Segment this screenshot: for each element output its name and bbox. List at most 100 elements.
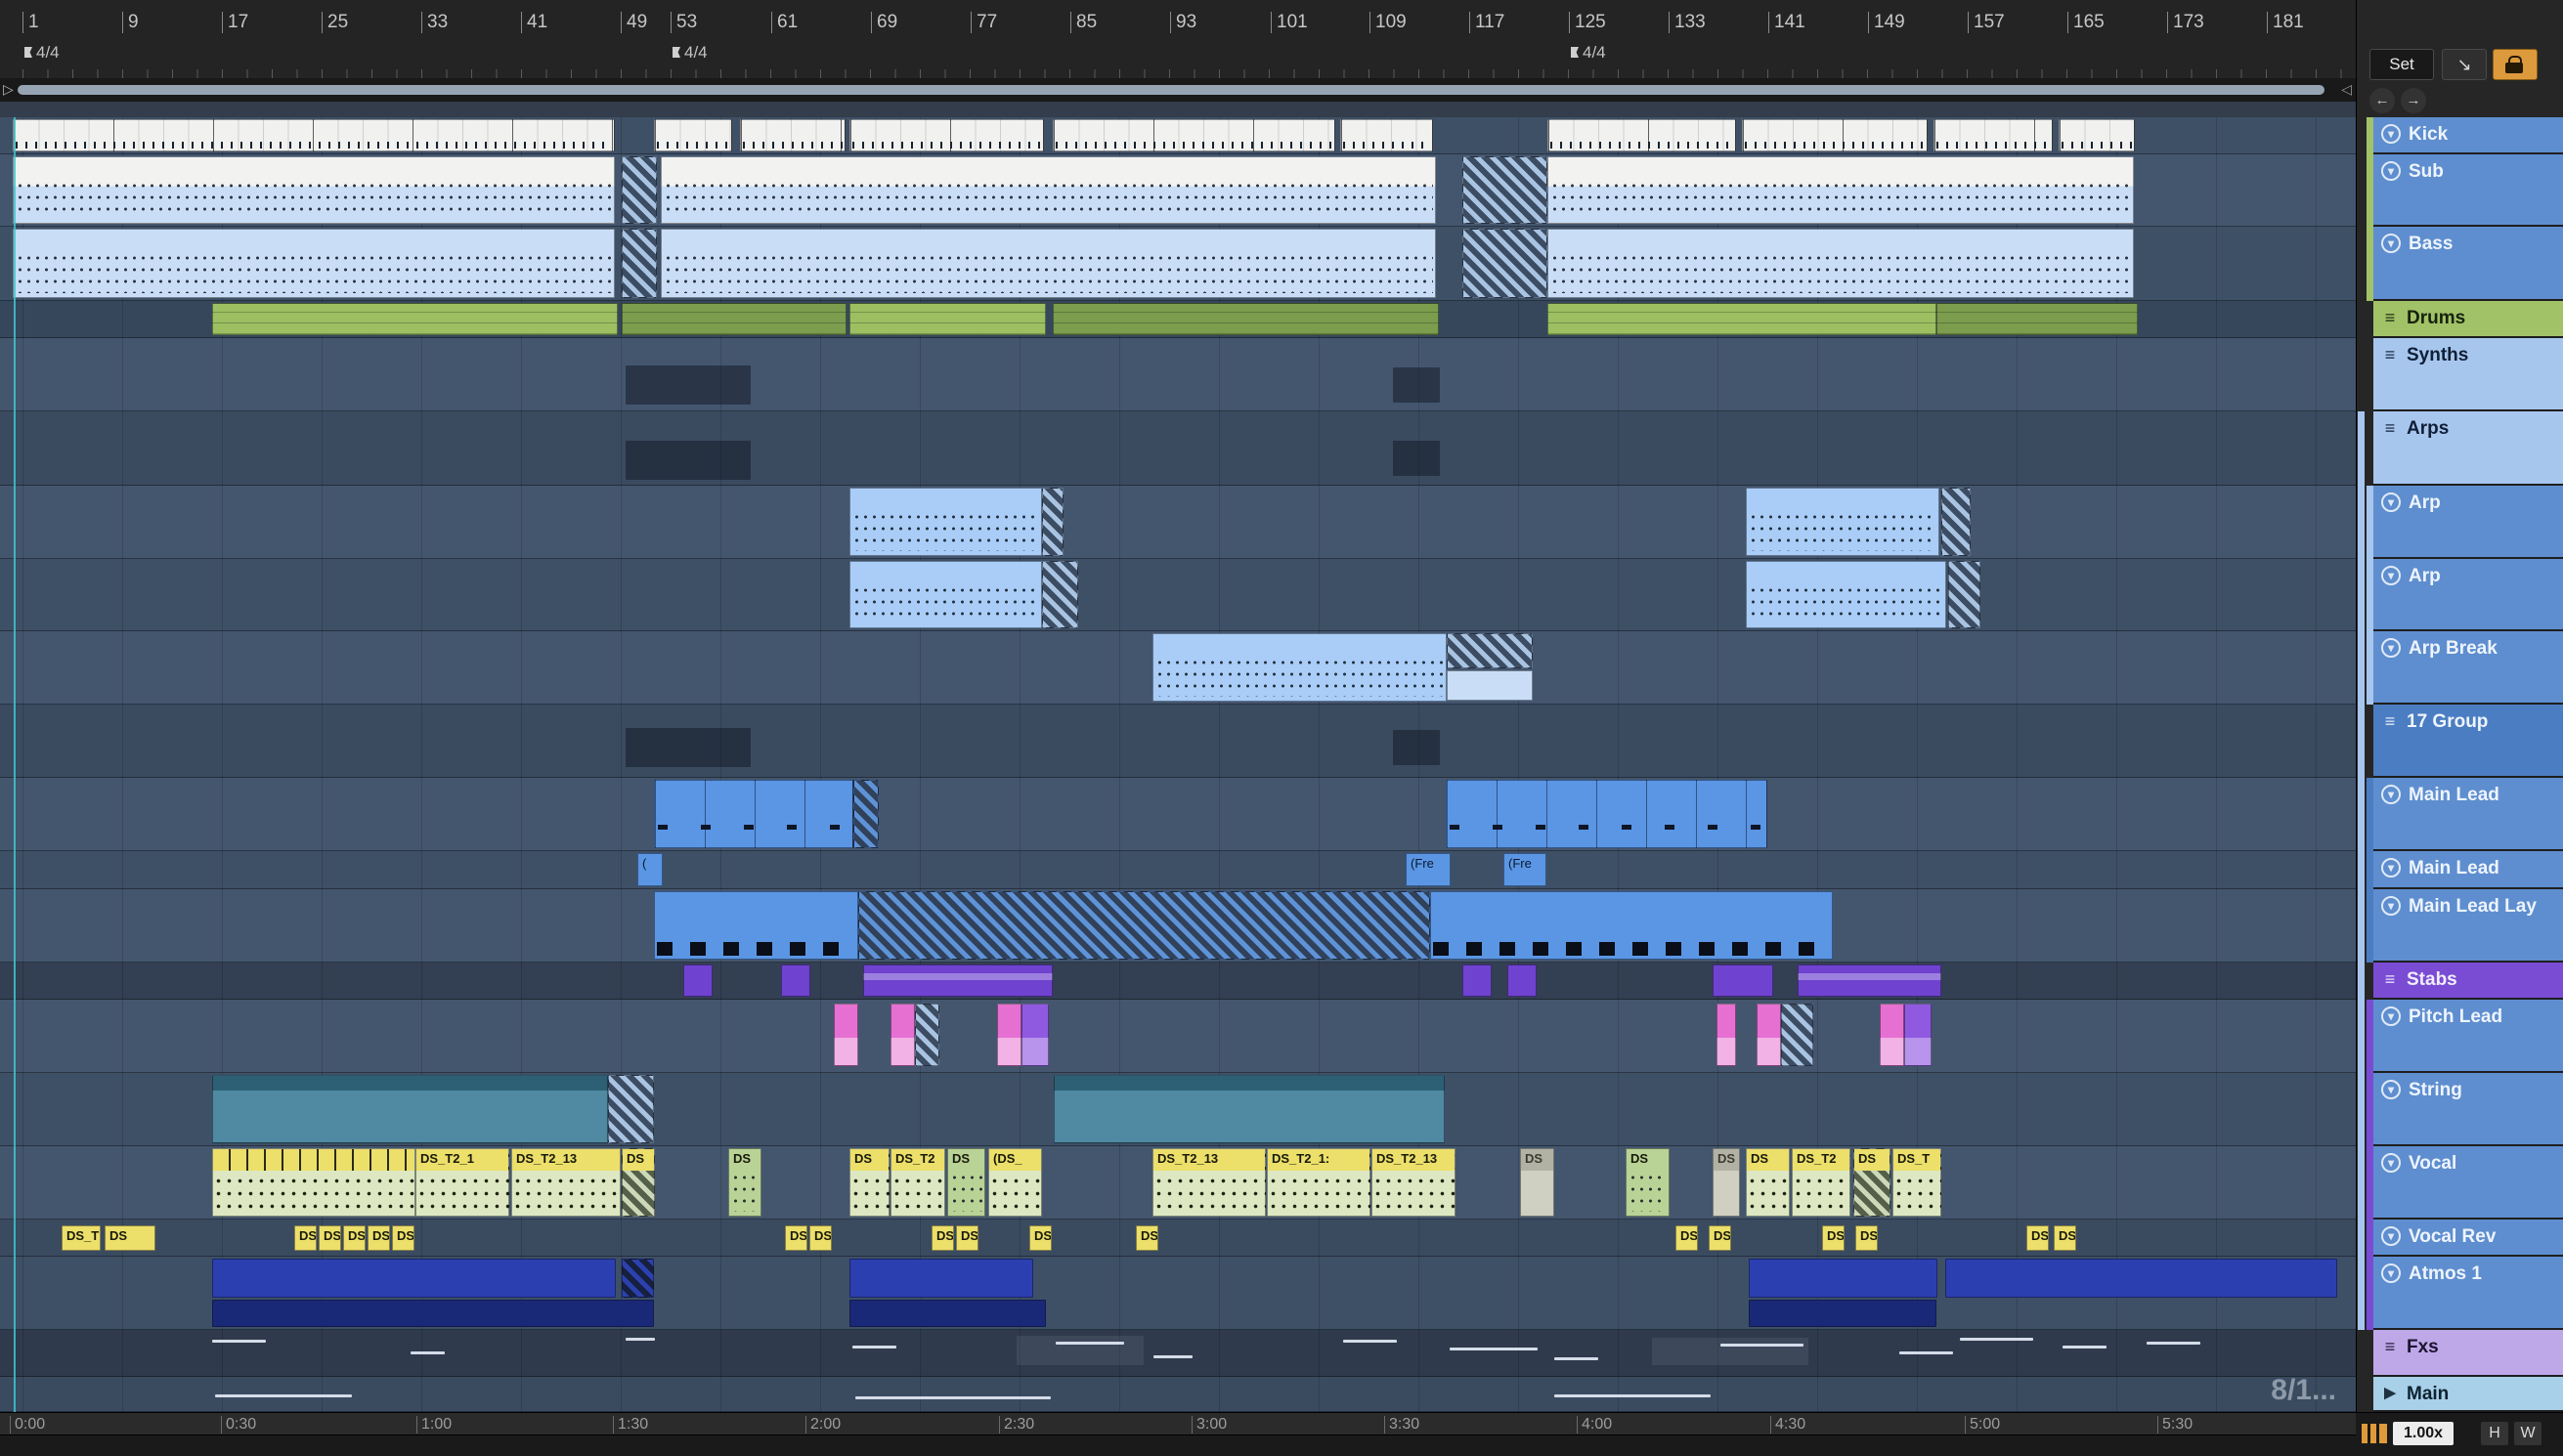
track-header-synths[interactable]: ≡ Synths bbox=[2373, 338, 2563, 411]
clip[interactable] bbox=[1340, 119, 1433, 151]
track-lane-atmos-1[interactable] bbox=[0, 1257, 2356, 1330]
clip[interactable]: DS bbox=[319, 1225, 341, 1251]
track-header-kick[interactable]: ▾ Kick bbox=[2373, 117, 2563, 154]
clip[interactable] bbox=[1393, 441, 1440, 476]
clip[interactable] bbox=[1749, 1259, 1937, 1298]
track-lane-synths[interactable] bbox=[0, 338, 2356, 411]
clip[interactable]: DS_T2 bbox=[891, 1148, 945, 1217]
horizontal-zoom-strip[interactable]: ▷ ◁ bbox=[0, 78, 2356, 103]
playback-speed[interactable]: 1.00x bbox=[2393, 1422, 2454, 1445]
clip[interactable] bbox=[1899, 1351, 1953, 1354]
track-lane-17-group[interactable] bbox=[0, 705, 2356, 778]
clip[interactable] bbox=[1507, 964, 1537, 997]
clip[interactable] bbox=[13, 229, 615, 298]
track-lane-stabs[interactable] bbox=[0, 963, 2356, 1000]
fold-icon[interactable]: ▾ bbox=[2381, 492, 2401, 512]
clip[interactable]: DS bbox=[785, 1225, 807, 1251]
fold-icon[interactable]: ▾ bbox=[2381, 1226, 2401, 1246]
clip[interactable]: DS bbox=[947, 1148, 985, 1217]
track-header-stabs[interactable]: ≡ Stabs bbox=[2373, 963, 2563, 1000]
clip[interactable] bbox=[1547, 156, 2134, 224]
clip[interactable] bbox=[1021, 1004, 1049, 1066]
fold-icon[interactable]: ▾ bbox=[2381, 566, 2401, 585]
clip[interactable] bbox=[212, 1259, 616, 1298]
fold-icon[interactable]: ▾ bbox=[2381, 1080, 2401, 1099]
clip[interactable] bbox=[849, 1300, 1046, 1327]
clip[interactable] bbox=[212, 1075, 608, 1143]
clip[interactable] bbox=[1720, 1344, 1803, 1347]
clip[interactable] bbox=[654, 119, 732, 151]
track-header-arp-1[interactable]: ▾ Arp bbox=[2373, 486, 2563, 559]
clip[interactable] bbox=[2059, 119, 2135, 151]
track-header-fxs[interactable]: ≡ Fxs bbox=[2373, 1330, 2563, 1377]
clip[interactable] bbox=[1053, 303, 1439, 335]
clip[interactable] bbox=[212, 1148, 415, 1217]
fold-icon[interactable]: ▾ bbox=[2381, 896, 2401, 916]
clip[interactable]: (DS_ bbox=[988, 1148, 1042, 1217]
clip[interactable]: DS bbox=[1626, 1148, 1670, 1217]
track-lane-fxs[interactable] bbox=[0, 1330, 2356, 1377]
bar-ruler[interactable]: 1 9 17 25 33 41 49 53 61 69 77 85 93 101 109 117 125 133 1… bbox=[0, 0, 2356, 79]
track-header-17-group[interactable]: ≡ 17 Group bbox=[2373, 705, 2563, 778]
clip[interactable] bbox=[1152, 633, 1447, 702]
track-header-main-lead-lay[interactable]: ▾ Main Lead Lay bbox=[2373, 889, 2563, 963]
clip[interactable] bbox=[849, 303, 1046, 335]
clip[interactable] bbox=[1547, 303, 1936, 335]
clip[interactable]: DS bbox=[809, 1225, 832, 1251]
track-header-main-lead-1[interactable]: ▾ Main Lead bbox=[2373, 778, 2563, 851]
clip[interactable]: (Fre bbox=[1503, 853, 1546, 886]
clip[interactable] bbox=[2063, 1346, 2107, 1349]
clip[interactable] bbox=[740, 119, 846, 151]
clip[interactable] bbox=[1781, 1004, 1813, 1066]
track-lane-vocal[interactable]: DS_T2_1 DS_T2_13 DS DS DS DS_T2 DS (DS_ DS_T2_13… bbox=[0, 1146, 2356, 1220]
fold-icon[interactable]: ▾ bbox=[2381, 638, 2401, 658]
track-header-bass[interactable]: ▾ Bass bbox=[2373, 227, 2563, 301]
clip[interactable] bbox=[1393, 367, 1440, 403]
clip[interactable]: DS bbox=[2026, 1225, 2049, 1251]
follow-icon[interactable]: ↘ bbox=[2442, 49, 2487, 80]
clip[interactable] bbox=[1462, 229, 1547, 298]
clip[interactable] bbox=[608, 1075, 654, 1143]
track-header-string[interactable]: ▾ String bbox=[2373, 1073, 2563, 1146]
clip[interactable] bbox=[1746, 561, 1946, 628]
prev-arrow-button[interactable]: ← bbox=[2369, 88, 2395, 113]
group-icon[interactable]: ≡ bbox=[2381, 1337, 2399, 1356]
track-lane-main-lead-lay[interactable] bbox=[0, 889, 2356, 963]
clip[interactable] bbox=[1547, 119, 1736, 151]
clip[interactable] bbox=[622, 1259, 654, 1298]
clip[interactable] bbox=[626, 1338, 655, 1341]
clip[interactable] bbox=[1904, 1004, 1932, 1066]
clip[interactable] bbox=[852, 1346, 896, 1349]
track-lane-pitch-lead[interactable] bbox=[0, 1000, 2356, 1073]
clip[interactable]: DS_T bbox=[62, 1225, 101, 1251]
clip[interactable] bbox=[1749, 1300, 1936, 1327]
clip[interactable] bbox=[849, 1259, 1033, 1298]
clip[interactable] bbox=[626, 441, 751, 480]
fold-icon[interactable]: ▾ bbox=[2381, 1263, 2401, 1283]
track-header-main[interactable]: ▶ Main bbox=[2373, 1377, 2563, 1412]
clip[interactable] bbox=[849, 488, 1042, 556]
clip[interactable] bbox=[863, 964, 1053, 997]
group-icon[interactable]: ≡ bbox=[2381, 308, 2399, 327]
clip[interactable] bbox=[1446, 780, 1767, 848]
track-header-arps[interactable]: ≡ Arps bbox=[2373, 411, 2563, 486]
clip[interactable] bbox=[661, 229, 1436, 298]
clip[interactable] bbox=[1757, 1004, 1781, 1066]
clip[interactable]: DS bbox=[956, 1225, 978, 1251]
clip[interactable] bbox=[622, 229, 657, 298]
time-signature-marker[interactable]: 4/4 bbox=[22, 43, 60, 63]
clip[interactable]: DS bbox=[1029, 1225, 1052, 1251]
clip[interactable] bbox=[212, 1340, 266, 1343]
clip[interactable]: DS bbox=[849, 1148, 890, 1217]
clip[interactable] bbox=[1056, 1342, 1124, 1345]
track-header-arp-break[interactable]: ▾ Arp Break bbox=[2373, 631, 2563, 705]
track-lane-arp-break[interactable] bbox=[0, 631, 2356, 705]
clip[interactable]: DS bbox=[932, 1225, 954, 1251]
clip[interactable] bbox=[853, 780, 879, 848]
clip[interactable] bbox=[855, 1396, 1051, 1399]
clip[interactable] bbox=[622, 303, 847, 335]
clip[interactable] bbox=[215, 1394, 352, 1397]
time-signature-marker[interactable]: 4/4 bbox=[671, 43, 708, 63]
clip[interactable]: DS_T2 bbox=[1792, 1148, 1850, 1217]
track-header-vocal[interactable]: ▾ Vocal bbox=[2373, 1146, 2563, 1220]
